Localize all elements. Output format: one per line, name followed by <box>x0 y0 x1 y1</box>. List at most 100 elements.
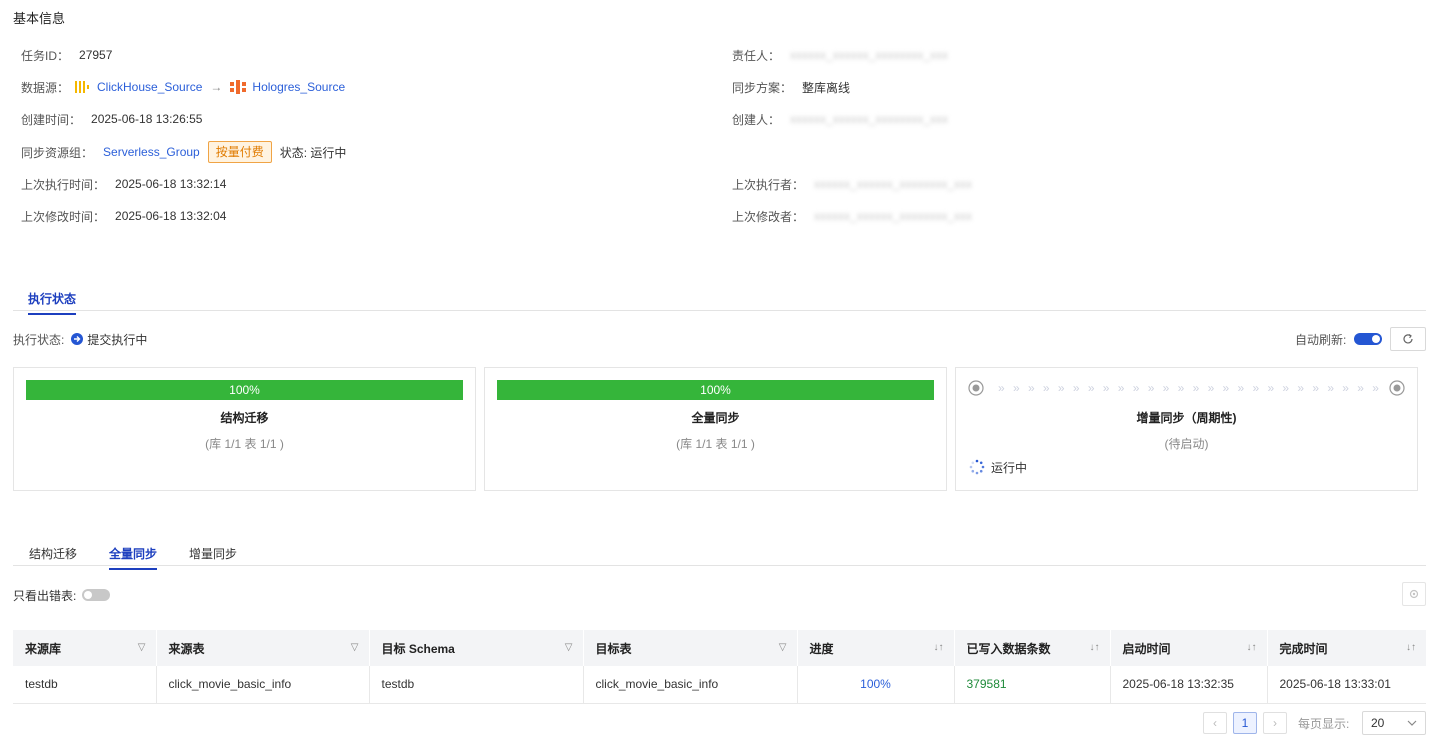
chevron-right-icon: » <box>1237 381 1244 395</box>
chevron-right-icon: » <box>1087 381 1094 395</box>
task-id-value: 27957 <box>79 48 113 62</box>
source-datasource-link[interactable]: ClickHouse_Source <box>97 80 202 94</box>
cell-source-table: click_movie_basic_info <box>156 666 370 704</box>
chevron-right-icon: » <box>1057 381 1064 395</box>
sort-icon[interactable]: ↓↑ <box>934 642 944 653</box>
creator-value: xxxxxx_xxxxxx_xxxxxxxx_xxx <box>790 112 949 126</box>
owner-label: 责任人： <box>732 48 781 63</box>
filter-icon[interactable]: ▽ <box>779 642 787 653</box>
arrow-right-icon: → <box>210 80 223 94</box>
chevron-left-icon: ‹ <box>1213 716 1217 730</box>
col-source-table-label: 来源表 <box>168 641 205 656</box>
filter-icon[interactable]: ▽ <box>351 642 359 653</box>
auto-refresh-row: 自动刷新: <box>1295 329 1383 349</box>
refresh-button[interactable] <box>1390 327 1426 351</box>
chevron-right-icon: » <box>1102 381 1109 395</box>
clickhouse-icon <box>75 80 91 94</box>
incremental-stage-sub: (待启动) <box>1164 437 1209 451</box>
sort-icon[interactable]: ↓↑ <box>1247 642 1257 653</box>
detail-tabbar: 结构迁移 全量同步 增量同步 <box>13 540 1426 570</box>
sync-plan-row: 同步方案： 整库离线 <box>732 77 850 97</box>
table-row: testdb click_movie_basic_info testdb cli… <box>13 666 1426 704</box>
col-finish-time: 完成时间 ↓↑ <box>1267 630 1426 666</box>
chevron-right-icon: » <box>1117 381 1124 395</box>
stage-card-incremental: » » » » » » » » » » » » » » » » » » » » » » » » » » 增量同步（周期性) (待启… <box>955 367 1418 491</box>
chevron-right-icon: » <box>1372 381 1378 395</box>
end-node-icon <box>1389 380 1405 399</box>
target-datasource-link[interactable]: Hologres_Source <box>252 80 345 94</box>
auto-refresh-toggle[interactable] <box>1354 333 1383 345</box>
chevron-right-icon: » <box>1267 381 1273 395</box>
flow-chevrons-icon: » » » » » » » » » » » » » » » » » » » » » » » » » » <box>998 381 1379 395</box>
created-time-value: 2025-06-18 13:26:55 <box>91 112 203 126</box>
hologres-icon <box>230 80 247 94</box>
schema-progress-bar: 100% <box>26 380 463 400</box>
loading-spinner-icon <box>969 459 985 475</box>
incremental-stage-title: 增量同步（周期性) <box>1136 411 1237 425</box>
sync-table: 来源库 ▽ 来源表 ▽ 目标 Schema ▽ 目标表 ▽ 进度 ↓↑ 已写入数据条数 ↓↑… <box>13 630 1426 704</box>
chevron-right-icon: » <box>1162 381 1169 395</box>
page-1-button[interactable]: 1 <box>1233 712 1257 734</box>
exec-tabbar: 执行状态 <box>13 285 1426 315</box>
chevron-right-icon: » <box>1297 381 1303 395</box>
sort-icon[interactable]: ↓↑ <box>1090 642 1100 653</box>
page-size-value: 20 <box>1371 716 1385 730</box>
settings-button[interactable] <box>1402 582 1426 606</box>
sort-icon[interactable]: ↓↑ <box>1406 642 1416 653</box>
billing-badge: 按量付费 <box>207 141 272 163</box>
chevron-right-icon: » <box>1147 381 1154 395</box>
creator-label: 创建人： <box>732 112 781 127</box>
stage-card-full: 100% 全量同步 (库 1/1 表 1/1 ) <box>484 367 947 491</box>
created-time-label: 创建时间： <box>21 112 82 127</box>
gear-icon <box>1409 589 1419 599</box>
schema-stage-sub: (库 1/1 表 1/1 ) <box>205 437 284 451</box>
col-finish-time-label: 完成时间 <box>1279 641 1328 656</box>
last-modify-time-value: 2025-06-18 13:32:04 <box>115 209 227 223</box>
page-size-select[interactable]: 20 <box>1362 711 1426 735</box>
tab-exec-status[interactable]: 执行状态 <box>28 290 77 315</box>
schema-stage-title: 结构迁移 <box>220 411 269 425</box>
chevron-right-icon: » <box>998 381 1004 395</box>
last-modifier-row: 上次修改者： xxxxxx_xxxxxx_xxxxxxxx_xxx <box>732 206 972 226</box>
section-title-basic-info: 基本信息 <box>13 11 66 26</box>
last-exec-time-value: 2025-06-18 13:32:14 <box>115 177 227 191</box>
resource-group-status: 状态: 运行中 <box>279 145 347 160</box>
created-time-row: 创建时间： 2025-06-18 13:26:55 <box>21 109 202 129</box>
resource-group-link[interactable]: Serverless_Group <box>103 145 200 159</box>
last-executor-value: xxxxxx_xxxxxx_xxxxxxxx_xxx <box>814 177 973 191</box>
chevron-right-icon: » <box>1282 381 1288 395</box>
col-target-table-label: 目标表 <box>595 641 632 656</box>
next-page-button[interactable]: › <box>1263 712 1287 734</box>
schema-progress-fill: 100% <box>26 380 463 400</box>
last-modify-time-label: 上次修改时间： <box>21 209 106 224</box>
last-modify-time-row: 上次修改时间： 2025-06-18 13:32:04 <box>21 206 226 226</box>
chevron-right-icon: » <box>1252 381 1258 395</box>
tab-full-sync[interactable]: 全量同步 <box>109 545 158 570</box>
start-node-icon <box>968 380 984 399</box>
last-exec-time-label: 上次执行时间： <box>21 177 106 192</box>
chevron-right-icon: » <box>1342 381 1348 395</box>
error-only-toggle[interactable] <box>82 589 111 601</box>
prev-page-button[interactable]: ‹ <box>1203 712 1227 734</box>
full-progress-fill: 100% <box>497 380 934 400</box>
chevron-right-icon: » <box>1042 381 1049 395</box>
col-progress-label: 进度 <box>809 641 834 656</box>
chevron-right-icon: » <box>1207 381 1214 395</box>
full-stage-sub: (库 1/1 表 1/1 ) <box>676 437 755 451</box>
chevron-right-icon: › <box>1273 716 1277 730</box>
col-source-db-label: 来源库 <box>25 641 62 656</box>
incremental-running-row: 运行中 <box>969 457 1027 477</box>
chevron-right-icon: » <box>1027 381 1034 395</box>
filter-icon[interactable]: ▽ <box>565 642 573 653</box>
full-progress-bar: 100% <box>497 380 934 400</box>
auto-refresh-label: 自动刷新: <box>1295 332 1347 347</box>
submit-running-icon <box>71 333 84 345</box>
filter-icon[interactable]: ▽ <box>138 642 146 653</box>
cell-source-db: testdb <box>13 666 157 704</box>
col-target-table: 目标表 ▽ <box>583 630 798 666</box>
datasource-row: 数据源： ClickHouse_Source → Hologres_Source <box>21 77 345 97</box>
chevron-right-icon: » <box>1132 381 1139 395</box>
tab-incremental-sync[interactable]: 增量同步 <box>189 545 237 568</box>
sync-plan-label: 同步方案： <box>732 80 793 95</box>
tab-schema-migration[interactable]: 结构迁移 <box>29 545 77 568</box>
